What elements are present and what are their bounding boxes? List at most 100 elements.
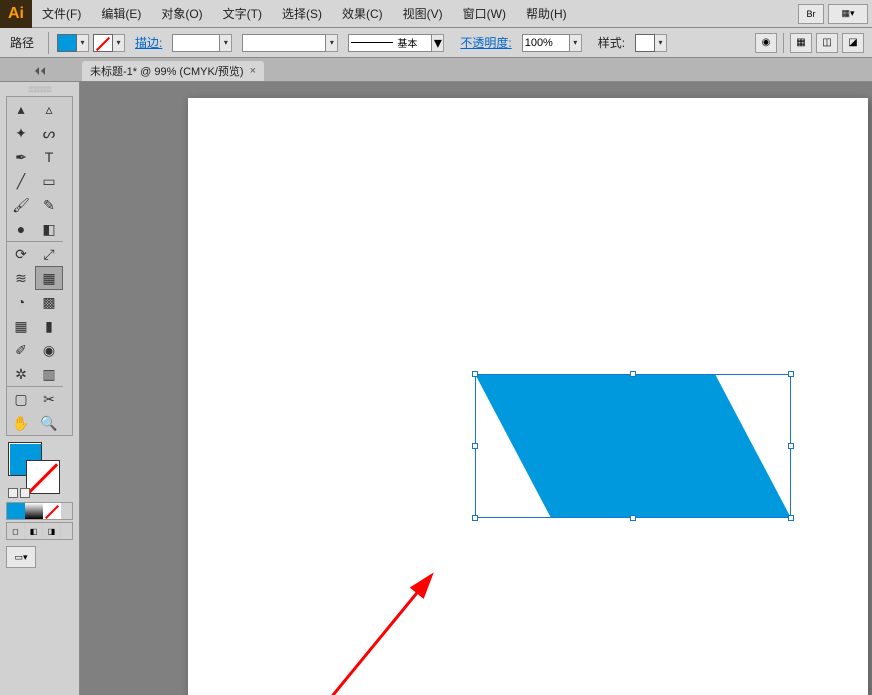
stroke-color-swatch[interactable] — [26, 460, 60, 494]
menu-help[interactable]: 帮助(H) — [516, 5, 577, 22]
stroke-label[interactable]: 描边: — [129, 34, 168, 51]
profile-dropdown-icon[interactable] — [326, 34, 338, 52]
slice-tool[interactable]: ✂ — [35, 387, 63, 411]
menu-object[interactable]: 对象(O) — [151, 5, 212, 22]
rectangle-tool[interactable]: ▭ — [35, 169, 63, 193]
draw-behind-icon[interactable]: ◧ — [25, 523, 43, 539]
paintbrush-tool[interactable]: 🖌 — [7, 193, 35, 217]
gradient-tool[interactable]: ▮ — [35, 314, 63, 338]
color-mode-switcher — [6, 502, 73, 520]
draw-inside-icon[interactable]: ◨ — [43, 523, 61, 539]
stroke-width-dropdown-icon[interactable] — [220, 34, 232, 52]
pencil-tool[interactable]: ✎ — [35, 193, 63, 217]
brush-dropdown-icon[interactable]: ▾ — [432, 34, 444, 52]
handle-top-right[interactable] — [788, 371, 794, 377]
menu-bar: Ai 文件(F) 编辑(E) 对象(O) 文字(T) 选择(S) 效果(C) 视… — [0, 0, 872, 28]
draw-normal-icon[interactable]: ◻ — [7, 523, 25, 539]
stroke-color-control[interactable] — [93, 34, 125, 52]
scale-tool[interactable]: ⤢ — [35, 242, 63, 266]
profile-field[interactable] — [242, 34, 326, 52]
fill-color-control[interactable] — [57, 34, 89, 52]
opacity-field[interactable] — [522, 34, 570, 52]
blob-brush-tool[interactable]: ● — [7, 217, 35, 241]
stroke-swatch-icon — [93, 34, 113, 52]
eraser-tool[interactable]: ◧ — [35, 217, 63, 241]
isolate-icon[interactable]: ◪ — [842, 33, 864, 53]
symbol-sprayer-tool[interactable]: ✲ — [7, 362, 35, 386]
canvas-area[interactable] — [80, 82, 872, 695]
eyedropper-tool[interactable]: ✐ — [7, 338, 35, 362]
opacity-label[interactable]: 不透明度: — [454, 34, 517, 51]
tab-handle[interactable] — [0, 61, 80, 81]
zoom-tool[interactable]: 🔍 — [35, 411, 63, 435]
variable-width-profile[interactable] — [242, 34, 338, 52]
document-tab-bar: 未标题-1* @ 99% (CMYK/预览) × — [0, 58, 872, 82]
blend-tool[interactable]: ◉ — [35, 338, 63, 362]
bounding-box[interactable] — [475, 374, 791, 518]
mesh-tool[interactable]: ▦ — [7, 314, 35, 338]
selection-tool[interactable]: ▴ — [7, 97, 35, 121]
brush-label: 基本 — [397, 35, 417, 50]
width-tool[interactable]: ≋ — [7, 266, 35, 290]
arrange-documents-button[interactable]: ▦▾ — [828, 4, 868, 24]
color-mode-gradient[interactable] — [25, 503, 43, 519]
fill-dropdown-icon[interactable] — [77, 34, 89, 52]
stroke-dropdown-icon[interactable] — [113, 34, 125, 52]
handle-middle-left[interactable] — [472, 443, 478, 449]
work-area: ▴ ▵ ✦ ᔕ ✒ T ╱ ▭ 🖌 ✎ ● ◧ ⟳ ⤢ ≋ ▦ ◔ ▩ ▦ ▮ … — [0, 82, 872, 695]
color-mode-solid[interactable] — [7, 503, 25, 519]
bridge-button[interactable]: Br — [798, 4, 824, 24]
default-fill-stroke-icon[interactable] — [8, 488, 18, 498]
graphic-style-control[interactable] — [635, 34, 667, 52]
line-segment-tool[interactable]: ╱ — [7, 169, 35, 193]
handle-top-left[interactable] — [472, 371, 478, 377]
fill-swatch-icon — [57, 34, 77, 52]
column-graph-tool[interactable]: ▥ — [35, 362, 63, 386]
menu-view[interactable]: 视图(V) — [393, 5, 453, 22]
draw-mode-switcher: ◻ ◧ ◨ — [6, 522, 73, 540]
toolbox-grip[interactable] — [6, 84, 73, 96]
collapse-icon — [33, 66, 47, 76]
direct-selection-tool[interactable]: ▵ — [35, 97, 63, 121]
free-transform-tool[interactable]: ▦ — [35, 266, 63, 290]
handle-top-middle[interactable] — [630, 371, 636, 377]
hand-tool[interactable]: ✋ — [7, 411, 35, 435]
style-dropdown-icon[interactable] — [655, 34, 667, 52]
rotate-tool[interactable]: ⟳ — [7, 242, 35, 266]
magic-wand-tool[interactable]: ✦ — [7, 121, 35, 145]
options-bar: 路径 描边: 基本 ▾ 不透明度: 样式: ◉ ▦ ◫ ◪ — [0, 28, 872, 58]
menu-edit[interactable]: 编辑(E) — [91, 5, 151, 22]
recolor-artwork-icon[interactable]: ◉ — [755, 33, 777, 53]
opacity-dropdown-icon[interactable] — [570, 34, 582, 52]
menu-type[interactable]: 文字(T) — [213, 5, 272, 22]
menu-select[interactable]: 选择(S) — [272, 5, 332, 22]
handle-bottom-left[interactable] — [472, 515, 478, 521]
transform-icon[interactable]: ◫ — [816, 33, 838, 53]
align-icon[interactable]: ▦ — [790, 33, 812, 53]
menu-effect[interactable]: 效果(C) — [332, 5, 393, 22]
brush-definition[interactable]: 基本 ▾ — [348, 34, 444, 52]
close-tab-icon[interactable]: × — [250, 65, 256, 77]
artboard-tool[interactable]: ▢ — [7, 387, 35, 411]
handle-bottom-right[interactable] — [788, 515, 794, 521]
stroke-width-field[interactable] — [172, 34, 220, 52]
handle-bottom-middle[interactable] — [630, 515, 636, 521]
toolbox: ▴ ▵ ✦ ᔕ ✒ T ╱ ▭ 🖌 ✎ ● ◧ ⟳ ⤢ ≋ ▦ ◔ ▩ ▦ ▮ … — [6, 96, 73, 436]
shape-builder-tool[interactable]: ◔ — [7, 290, 35, 314]
handle-middle-right[interactable] — [788, 443, 794, 449]
document-tab[interactable]: 未标题-1* @ 99% (CMYK/预览) × — [82, 61, 264, 81]
stroke-width-input[interactable] — [172, 34, 232, 52]
app-logo-icon: Ai — [0, 0, 32, 28]
opacity-input[interactable] — [522, 34, 582, 52]
style-label: 样式: — [592, 34, 631, 51]
menu-file[interactable]: 文件(F) — [32, 5, 91, 22]
screen-mode-button[interactable]: ▭▾ — [6, 546, 36, 568]
menu-window[interactable]: 窗口(W) — [453, 5, 516, 22]
type-tool[interactable]: T — [35, 145, 63, 169]
fill-stroke-control[interactable] — [6, 440, 62, 488]
perspective-grid-tool[interactable]: ▩ — [35, 290, 63, 314]
color-mode-none[interactable] — [43, 503, 61, 519]
lasso-tool[interactable]: ᔕ — [35, 121, 63, 145]
pen-tool[interactable]: ✒ — [7, 145, 35, 169]
swap-fill-stroke-icon[interactable] — [20, 488, 30, 498]
